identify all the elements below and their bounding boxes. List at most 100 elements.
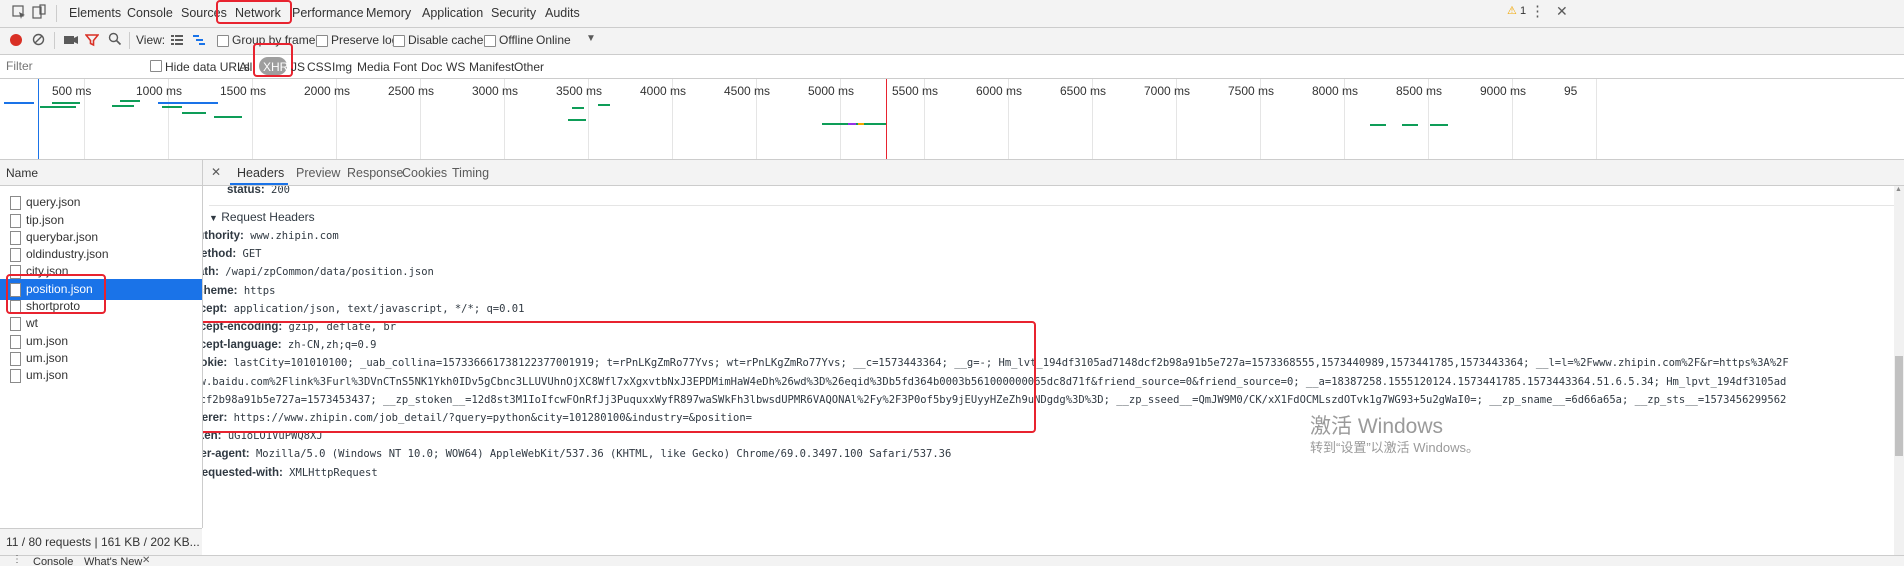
offline-label: Offline	[499, 33, 534, 47]
devtools-tab-bar: Elements Console Sources Network Perform…	[0, 0, 1904, 28]
timeline-tick-label: 2500 ms	[388, 84, 435, 98]
timeline-overview[interactable]: 500 ms 1000 ms 1500 ms 2000 ms 2500 ms 3000 m…	[0, 79, 1904, 160]
scrollbar-thumb[interactable]	[1895, 356, 1903, 456]
active-tab-indicator	[230, 183, 288, 185]
header-key: :scheme:	[203, 284, 238, 297]
header-row: accept: application/json, text/javascrip…	[203, 303, 524, 315]
section-divider	[209, 205, 1899, 224]
filter-icon[interactable]	[84, 33, 100, 47]
inspect-element-icon[interactable]	[10, 4, 28, 22]
scroll-up-icon[interactable]: ▲	[1895, 186, 1902, 193]
timeline-bar	[4, 102, 34, 104]
more-menu-icon[interactable]: ⋮	[1530, 2, 1545, 20]
timeline-bar	[214, 116, 242, 118]
tab-cookies[interactable]: Cookies	[402, 166, 447, 180]
timeline-bar	[120, 100, 140, 102]
offline-checkbox[interactable]	[484, 35, 496, 47]
tab-response[interactable]: Response	[347, 166, 403, 180]
device-toolbar-icon[interactable]	[30, 4, 48, 22]
timeline-tick-label: 3500 ms	[556, 84, 603, 98]
request-headers-section[interactable]: ▼ Request Headers	[209, 210, 315, 224]
chevron-down-icon[interactable]: ▼	[586, 33, 596, 44]
waterfall-overview-icon[interactable]	[192, 33, 206, 47]
large-rows-icon[interactable]	[170, 33, 184, 47]
header-value: Mozilla/5.0 (Windows NT 10.0; WOW64) App…	[255, 448, 952, 461]
tab-timing[interactable]: Timing	[452, 166, 489, 180]
group-by-frame-checkbox[interactable]	[217, 35, 229, 47]
drawer-close-icon[interactable]: ✕	[142, 555, 150, 566]
view-label: View:	[136, 33, 166, 47]
name-column-header[interactable]: Name	[0, 160, 202, 186]
file-icon	[10, 335, 21, 349]
timeline-tick-label: 5000 ms	[808, 84, 855, 98]
search-icon[interactable]	[108, 32, 122, 46]
tab-headers[interactable]: Headers	[237, 166, 284, 180]
type-filter-js[interactable]: JS	[291, 60, 305, 74]
preserve-log-checkbox[interactable]	[316, 35, 328, 47]
close-icon[interactable]: ✕	[1556, 3, 1568, 20]
timeline-tick-label: 5500 ms	[892, 84, 939, 98]
type-filter-ws[interactable]: WS	[446, 60, 465, 74]
drawer-tab-whats-new[interactable]: What's New	[84, 556, 142, 568]
screenshot-camera-icon[interactable]	[63, 33, 79, 47]
tab-performance[interactable]: Performance	[292, 0, 364, 27]
request-headers-highlight	[203, 321, 1036, 433]
timeline-bar	[1370, 124, 1386, 126]
request-row[interactable]: um.json	[0, 365, 202, 386]
type-filter-manifest[interactable]: Manifest	[469, 60, 514, 74]
timeline-tick-label: 1500 ms	[220, 84, 267, 98]
type-filter-font[interactable]: Font	[393, 60, 417, 74]
type-filter-all[interactable]: All	[239, 60, 252, 74]
timeline-bar	[848, 123, 856, 125]
warning-count: 1	[1519, 5, 1527, 17]
header-value: application/json, text/javascript, */*; …	[233, 302, 525, 315]
tab-elements[interactable]: Elements	[69, 0, 121, 27]
header-key: :method:	[203, 248, 237, 261]
throttling-select[interactable]: Online	[536, 33, 571, 47]
file-icon	[10, 352, 21, 366]
scrollbar[interactable]: ▲	[1894, 186, 1904, 555]
filter-input[interactable]	[4, 57, 142, 74]
timeline-tick-label: 6000 ms	[976, 84, 1023, 98]
drawer-tab-console[interactable]: Console	[33, 556, 73, 568]
file-icon	[10, 369, 21, 383]
timeline-tick-label: 9000 ms	[1480, 84, 1527, 98]
type-filter-css[interactable]: CSS	[307, 60, 332, 74]
timeline-bar	[158, 102, 218, 104]
timeline-tick-label: 8500 ms	[1396, 84, 1443, 98]
type-filter-media[interactable]: Media	[357, 60, 390, 74]
tab-security[interactable]: Security	[491, 0, 536, 27]
timeline-bar	[1430, 124, 1448, 126]
tab-preview[interactable]: Preview	[296, 166, 340, 180]
load-event-marker	[886, 79, 887, 159]
tab-console[interactable]: Console	[127, 0, 173, 27]
close-detail-icon[interactable]: ✕	[211, 165, 221, 179]
file-icon	[10, 248, 21, 262]
type-filter-other[interactable]: Other	[514, 60, 544, 74]
status-key: status:	[227, 186, 265, 196]
timeline-tick-label: 8000 ms	[1312, 84, 1359, 98]
tab-application[interactable]: Application	[422, 0, 483, 27]
type-filter-img[interactable]: Img	[332, 60, 352, 74]
request-summary-bar: 11 / 80 requests | 161 KB / 202 KB...	[0, 528, 202, 556]
disable-cache-checkbox[interactable]	[393, 35, 405, 47]
console-drawer: ⋮ Console What's New ✕	[0, 554, 1904, 568]
type-filter-doc[interactable]: Doc	[421, 60, 442, 74]
clear-icon[interactable]	[32, 33, 45, 46]
record-icon[interactable]	[10, 34, 22, 46]
tab-memory[interactable]: Memory	[366, 0, 411, 27]
network-tab-highlight	[216, 0, 292, 24]
timeline-tick-label: 4500 ms	[724, 84, 771, 98]
timeline-bar	[40, 106, 76, 108]
timeline-bar	[112, 105, 134, 107]
header-row: x-requested-with: XMLHttpRequest	[203, 467, 378, 479]
header-value: XMLHttpRequest	[289, 466, 378, 479]
drawer-menu-icon[interactable]: ⋮	[12, 554, 22, 565]
hide-data-urls-checkbox[interactable]	[150, 60, 162, 72]
header-value: www.zhipin.com	[250, 230, 339, 242]
filter-bar: Hide data URLs All XHR JS CSS Img Media …	[0, 43, 1904, 79]
header-value: GET	[242, 248, 262, 261]
tab-audits[interactable]: Audits	[545, 0, 580, 27]
hide-data-urls-label: Hide data URLs	[165, 60, 250, 74]
timeline-tick-label: 4000 ms	[640, 84, 687, 98]
